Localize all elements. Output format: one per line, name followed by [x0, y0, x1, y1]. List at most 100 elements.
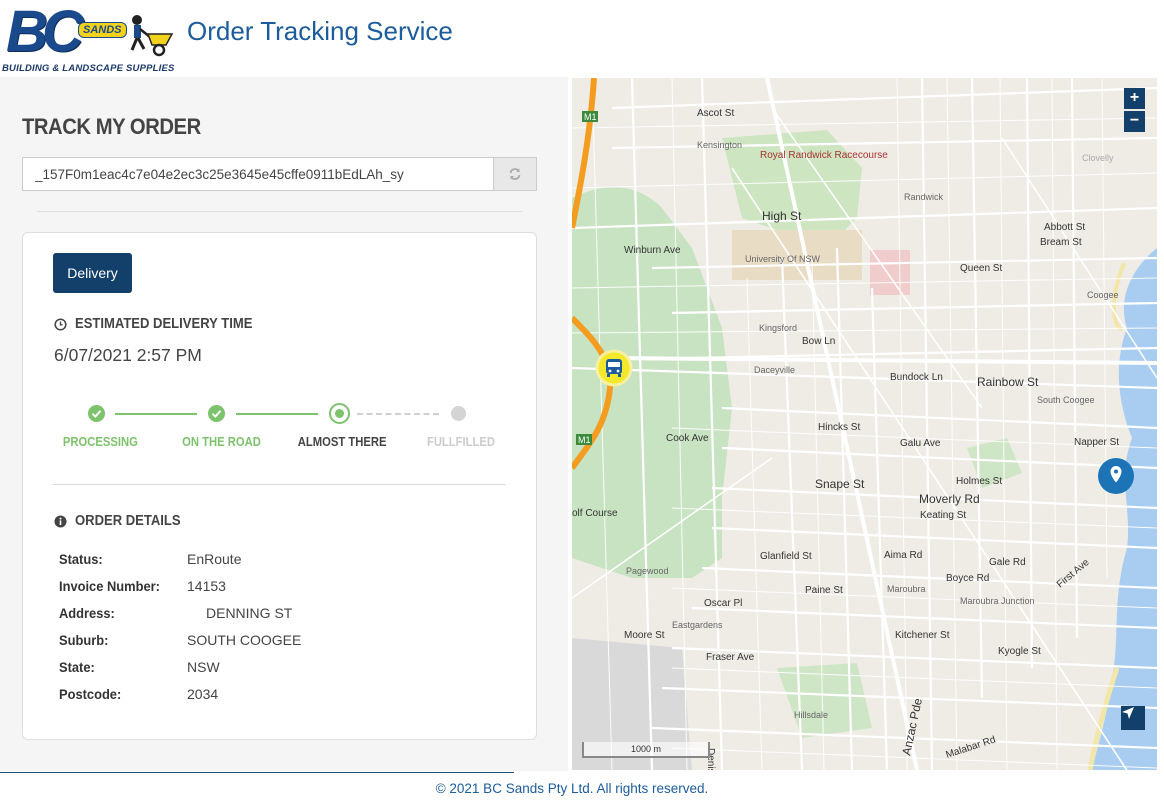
m1-shield-label: M1 [584, 112, 597, 122]
map-label-racecourse: Royal Randwick Racecourse [760, 150, 888, 161]
map-label-paine: Paine St [805, 585, 843, 596]
detail-label: Invoice Number: [59, 578, 160, 594]
zoom-controls: + − [1124, 88, 1145, 134]
step-label-almost-there: ALMOST THERE [297, 435, 387, 449]
map-label-queen: Queen St [960, 263, 1002, 274]
map-canvas[interactable]: Royal Randwick Racecourse High St Winbur… [572, 78, 1157, 770]
detail-value: 2034 [187, 686, 219, 702]
map-label-keating: Keating St [920, 510, 966, 521]
map-label-glanfield: Glanfield St [760, 551, 812, 562]
step-label-processing: PROCESSING [62, 435, 138, 449]
map-label-pagewood: Pagewood [626, 566, 669, 576]
step-processing-check-icon [88, 405, 105, 422]
map-label-unsw: University Of NSW [745, 254, 821, 264]
map-label-moverly: Moverly Rd [919, 492, 980, 506]
step-connector [115, 413, 197, 415]
map-label-south-coogee: South Coogee [1037, 395, 1095, 405]
map-label-high-st: High St [762, 209, 802, 223]
delivery-map[interactable]: Royal Randwick Racecourse High St Winbur… [572, 78, 1157, 770]
step-label-fulfilled: FULLFILLED [426, 435, 496, 449]
locate-me-button[interactable] [1121, 706, 1145, 730]
step-on-the-road-check-icon [208, 405, 225, 422]
map-label-aima: Aima Rd [884, 550, 922, 561]
detail-value: DENNING ST [206, 605, 293, 621]
m1-shield-label: M1 [578, 435, 591, 445]
progress-tracker: PROCESSING ON THE ROAD ALMOST THERE FULL… [53, 403, 503, 453]
detail-value: EnRoute [187, 551, 242, 567]
map-label-hinks: Hincks St [818, 422, 860, 433]
detail-value: NSW [187, 659, 220, 675]
step-label-on-the-road: ON THE ROAD [182, 435, 261, 449]
detail-value: 14153 [187, 578, 226, 594]
map-label-bream: Bream St [1040, 237, 1082, 248]
detail-label: State: [59, 659, 95, 675]
order-details-heading-label: ORDER DETAILS [75, 513, 181, 529]
map-label-golf: olf Course [572, 508, 618, 519]
map-label-kensington: Kensington [697, 140, 742, 150]
navigation-arrow-icon [1122, 707, 1134, 719]
map-label-cook: Cook Ave [666, 433, 709, 444]
map-label-malabar: Malabar Rd [945, 734, 998, 760]
map-label-rainbow: Rainbow St [977, 375, 1039, 389]
map-label-kitchener: Kitchener St [895, 630, 950, 641]
map-label-kingsford: Kingsford [759, 323, 797, 333]
map-label-maroubra: Maroubra [887, 584, 926, 594]
header: BC SANDS BUILDING & LANDSCAPE SUPPLIES O… [0, 0, 1164, 77]
map-label-hillsdale: Hillsdale [794, 710, 828, 720]
step-fulfilled-pending-icon [451, 406, 466, 421]
truck-location-marker[interactable] [595, 349, 633, 387]
map-label-daceyville: Daceyville [754, 365, 795, 375]
step-almost-there-current-icon [329, 403, 350, 424]
map-label-maroubra-junction: Maroubra Junction [960, 596, 1035, 606]
footer-divider [0, 772, 514, 773]
refresh-icon [509, 168, 521, 180]
footer-copyright: © 2021 BC Sands Pty Ltd. All rights rese… [435, 781, 709, 796]
map-label-fraser: Fraser Ave [706, 652, 755, 663]
map-label-holmes: Holmes St [956, 476, 1002, 487]
map-label-bundock: Bundock Ln [890, 372, 943, 383]
delivery-card: Delivery ESTIMATED DELIVERY TIME 6/07/20… [22, 232, 537, 740]
map-label-boyce: Boyce Rd [946, 573, 989, 584]
map-label-ascot: Ascot St [697, 108, 734, 119]
map-label-randwick: Randwick [904, 192, 944, 202]
divider [37, 211, 522, 212]
wheelbarrow-mascot-icon [130, 15, 174, 57]
map-label-bow: Bow Ln [802, 336, 835, 347]
map-label-moore: Moore St [624, 630, 665, 641]
page-title: Order Tracking Service [187, 16, 453, 46]
delivery-tab-button[interactable]: Delivery [53, 253, 132, 293]
eta-heading: ESTIMATED DELIVERY TIME [54, 316, 272, 332]
eta-value: 6/07/2021 2:57 PM [54, 345, 202, 365]
map-label-gale: Gale Rd [989, 557, 1026, 568]
detail-label: Suburb: [59, 632, 109, 648]
map-label-eastgardens: Eastgardens [672, 620, 723, 630]
map-label-winburn: Winburn Ave [624, 245, 681, 256]
destination-marker[interactable] [1098, 458, 1134, 494]
detail-label: Status: [59, 551, 103, 567]
track-order-heading: TRACK MY ORDER [22, 114, 201, 139]
map-label-coogee: Coogee [1087, 290, 1119, 300]
detail-label: Postcode: [59, 686, 122, 702]
map-scale-bar: 1000 m [582, 742, 710, 758]
detail-value: SOUTH COOGEE [187, 632, 302, 648]
map-label-oscar: Oscar Pl [704, 598, 742, 609]
clock-icon [54, 317, 67, 331]
zoom-in-button[interactable]: + [1124, 88, 1145, 109]
refresh-button[interactable] [493, 157, 537, 191]
company-logo[interactable]: BC SANDS BUILDING & LANDSCAPE SUPPLIES [2, 2, 186, 76]
info-icon [54, 515, 67, 527]
detail-label: Address: [59, 605, 115, 621]
divider [53, 484, 506, 485]
map-label-snape: Snape St [815, 477, 865, 491]
map-label-kyogle: Kyogle St [998, 646, 1041, 657]
zoom-out-button[interactable]: − [1124, 111, 1145, 132]
tracking-panel: TRACK MY ORDER Delivery ESTIMATED DELIVE… [0, 77, 568, 771]
logo-tagline: BUILDING & LANDSCAPE SUPPLIES [2, 63, 175, 74]
map-label-galu: Galu Ave [900, 438, 941, 449]
map-label-napper: Napper St [1074, 437, 1119, 448]
eta-heading-label: ESTIMATED DELIVERY TIME [75, 316, 253, 332]
logo-wordmark: BC [6, 0, 84, 64]
order-details-heading: ORDER DETAILS [54, 513, 192, 529]
order-id-input[interactable] [22, 157, 494, 191]
map-label-abbott: Abbott St [1044, 222, 1085, 233]
